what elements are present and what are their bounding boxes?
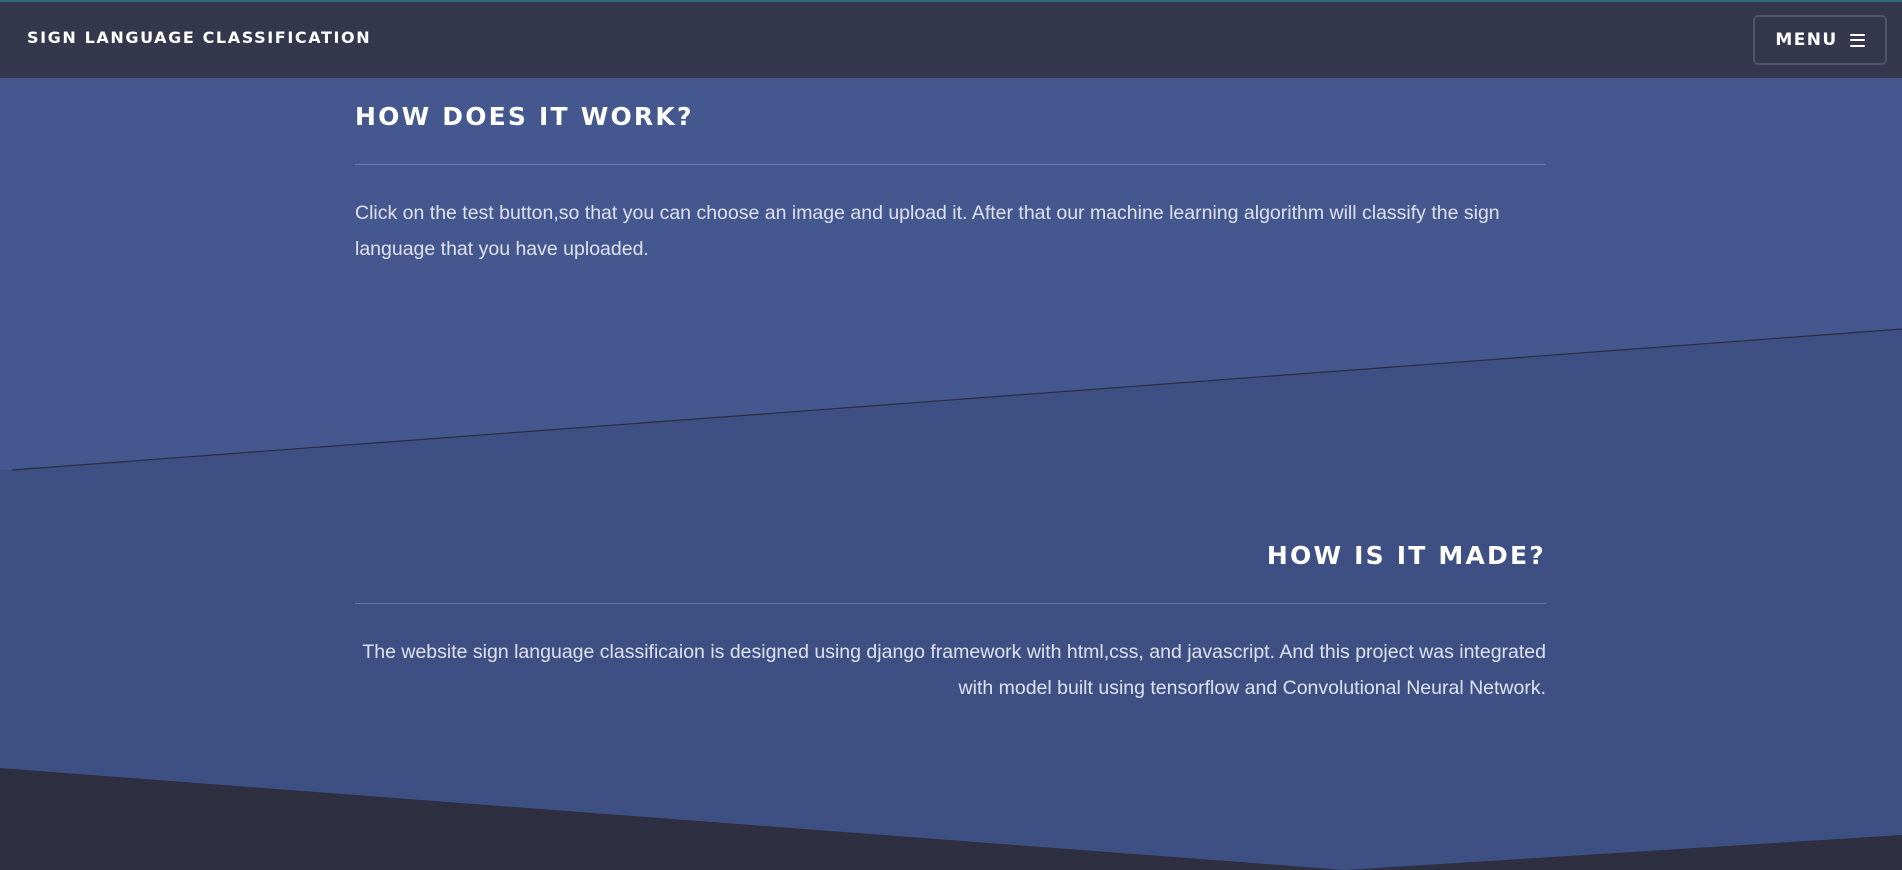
hamburger-icon xyxy=(1849,33,1865,47)
menu-label: MENU xyxy=(1775,30,1838,50)
section-how-does-it-work: HOW DOES IT WORK? Click on the test butt… xyxy=(355,98,1546,267)
section-title: HOW IS IT MADE? xyxy=(1266,541,1546,570)
section-how-is-it-made: HOW IS IT MADE? The website sign languag… xyxy=(355,537,1546,706)
section-divider xyxy=(355,164,1546,165)
section-text: The website sign language classificaion … xyxy=(362,641,1546,699)
navbar: SIGN LANGUAGE CLASSIFICATION MENU xyxy=(0,0,1902,78)
section-title: HOW DOES IT WORK? xyxy=(355,102,694,131)
section-text: Click on the test button,so that you can… xyxy=(355,202,1500,260)
brand-title[interactable]: SIGN LANGUAGE CLASSIFICATION xyxy=(27,28,371,47)
page: SIGN LANGUAGE CLASSIFICATION MENU HOW DO… xyxy=(0,0,1902,870)
menu-button[interactable]: MENU xyxy=(1753,15,1887,65)
section-divider xyxy=(355,603,1546,604)
